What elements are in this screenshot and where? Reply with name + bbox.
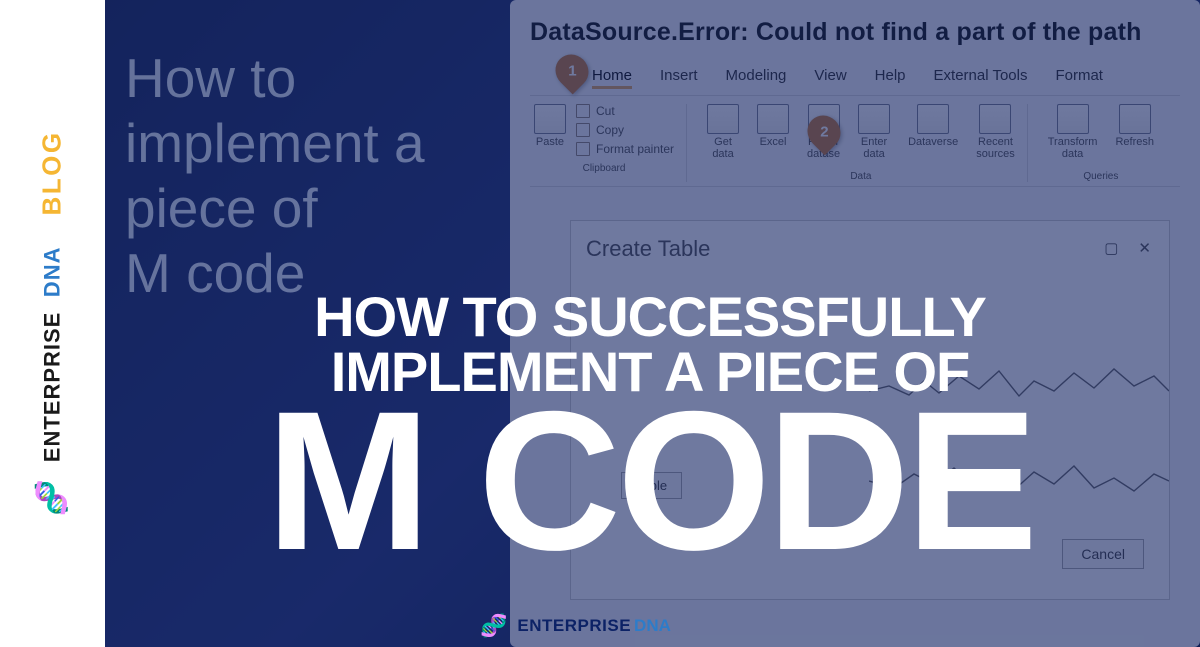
headline: HOW TO SUCCESSFULLY IMPLEMENT A PIECE OF… <box>115 290 1185 572</box>
brand-enterprise: ENTERPRISE <box>40 312 65 463</box>
brand-sidebar: 🧬 ENTERPRISE DNA BLOG <box>0 0 105 647</box>
headline-line1: HOW TO SUCCESSFULLY <box>115 290 1185 345</box>
headline-big: M CODE <box>115 390 1185 572</box>
brand-dna: DNA <box>40 247 65 298</box>
brand-blog: BLOG <box>37 130 68 215</box>
footer-brand: 🧬 ENTERPRISEDNA <box>480 613 671 639</box>
footer-dna-icon: 🧬 <box>480 613 507 639</box>
background-blurb: How to implement a piece of M code <box>125 46 425 306</box>
dna-icon: 🧬 <box>35 477 70 516</box>
footer-dna: DNA <box>634 616 671 635</box>
footer-enterprise: ENTERPRISE <box>517 616 631 635</box>
